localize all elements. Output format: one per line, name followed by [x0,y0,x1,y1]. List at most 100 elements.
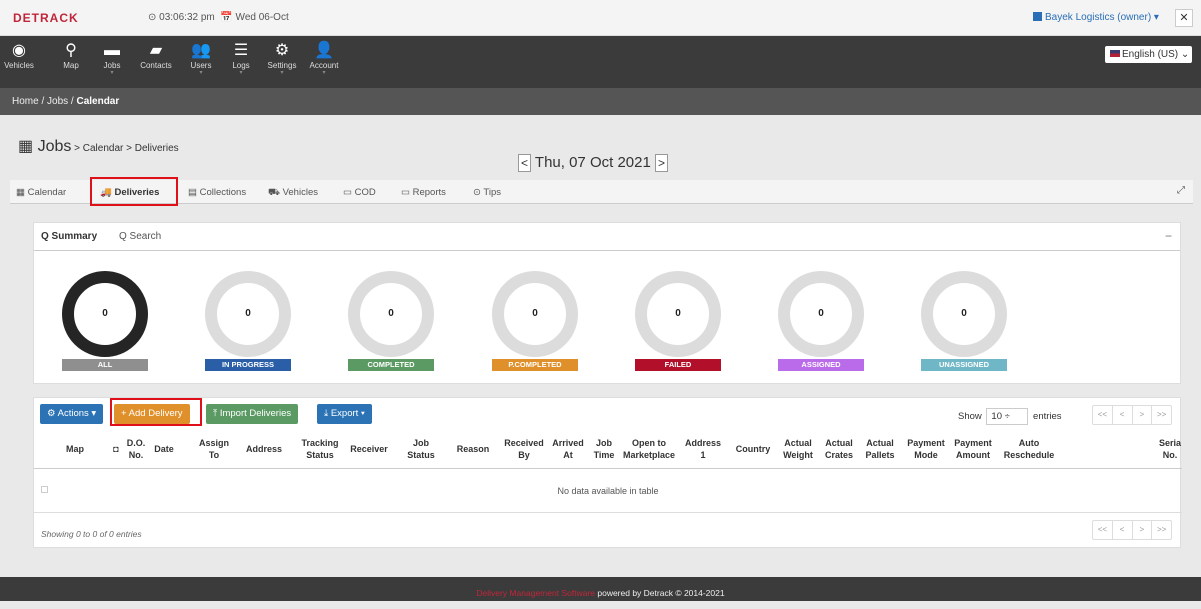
fullscreen-button[interactable]: ✕ [1175,9,1193,27]
column-header[interactable]: Payment Mode [905,437,947,461]
import-deliveries-button[interactable]: ⤒ Import Deliveries [206,404,299,424]
owner-label: Bayek Logistics (owner) ▾ [1045,12,1159,23]
column-header[interactable]: Address [244,443,284,455]
status-label-failed[interactable]: FAILED [635,359,721,371]
status-ring-completed[interactable]: 0 [348,271,434,357]
status-ring-failed[interactable]: 0 [635,271,721,357]
next-page-button[interactable]: > [1133,521,1153,539]
column-header[interactable]: Received By [500,437,548,461]
status-label-p-completed[interactable]: P.COMPLETED [492,359,578,371]
owner-menu[interactable]: Bayek Logistics (owner) ▾ [1033,12,1159,23]
nav-label: Map [63,61,79,70]
collapse-icon[interactable]: − [1165,229,1172,243]
date-navigator: < Thu, 07 Oct 2021 > [518,154,668,173]
status-ring-unassigned[interactable]: 0 [921,271,1007,357]
map-icon: ⚲ [65,42,77,59]
nav-jobs[interactable]: ▬ Jobs ▾ [93,41,131,76]
entries-select[interactable]: 10 ÷ [986,408,1029,425]
status-label-all[interactable]: ALL [62,359,148,371]
nav-label: Settings [267,61,297,70]
nav-account[interactable]: 👤 Account ▾ [305,41,343,76]
jobs-icon: ▬ [104,42,120,59]
first-page-button[interactable]: << [1093,406,1113,424]
camera-icon[interactable]: ◘ [109,443,123,455]
nav-vehicles[interactable]: ◉ Vehicles [0,41,38,70]
building-icon [1033,12,1042,21]
status-ring-in-progress[interactable]: 0 [205,271,291,357]
column-header[interactable]: Arrived At [549,437,587,461]
column-header[interactable]: Auto Reschedule [1001,437,1057,461]
nav-label: Vehicles [4,61,34,70]
column-header[interactable]: Address 1 [684,437,722,461]
tab-vehicles[interactable]: ⛟ Vehicles [268,187,318,199]
caret-icon: ▾ [199,70,203,76]
tab-reports[interactable]: ▭ Reports [401,187,446,198]
prev-date-button[interactable]: < [518,154,531,173]
actions-button[interactable]: ⚙ Actions ▾ [40,404,104,424]
nav-label: Jobs [103,61,121,70]
users-icon: 👥 [191,42,211,59]
column-header[interactable]: Map [54,443,96,455]
column-header[interactable]: Job Time [590,437,618,461]
language-select[interactable]: English (US) ⌄ [1105,46,1192,63]
tab-calendar[interactable]: ▦ Calendar [16,187,66,198]
tab-summary[interactable]: Q Summary [41,231,97,242]
status-label-completed[interactable]: COMPLETED [348,359,434,371]
nav-map[interactable]: ⚲ Map [52,41,90,70]
column-header[interactable]: Date [150,443,178,455]
export-button[interactable]: ⤓ Export ▾ [317,404,372,424]
caret-icon: ▾ [280,70,284,76]
column-header[interactable]: Actual Crates [821,437,857,461]
status-label-assigned[interactable]: ASSIGNED [778,359,864,371]
clock-date: ⊙ 03:06:32 pm 📅 Wed 06-Oct [148,12,289,23]
last-page-button[interactable]: >> [1152,521,1171,539]
column-header[interactable]: Receiver [346,443,392,455]
nav-settings[interactable]: ⚙ Settings ▾ [263,41,301,76]
footer-link[interactable]: Delivery Management Software [476,588,595,598]
status-label-in-progress[interactable]: IN PROGRESS [205,359,291,371]
tab-collections[interactable]: ▤ Collections [188,187,246,198]
last-page-button[interactable]: >> [1152,406,1171,424]
current-date: Thu, 07 Oct 2021 [534,154,651,171]
column-header[interactable]: Open to Marketplace [621,437,677,461]
tab-tips[interactable]: ⊙ Tips [473,187,501,198]
column-header[interactable]: Payment Amount [952,437,994,461]
nav-label: Logs [232,61,250,70]
status-label-unassigned[interactable]: UNASSIGNED [921,359,1007,371]
prev-page-button[interactable]: < [1113,521,1133,539]
status-ring-assigned[interactable]: 0 [778,271,864,357]
next-page-button[interactable]: > [1133,406,1153,424]
first-page-button[interactable]: << [1093,521,1113,539]
nav-contacts[interactable]: ▰ Contacts [137,41,175,70]
tab-cod[interactable]: ▭ COD [343,187,376,198]
logs-icon: ☰ [233,42,249,59]
column-header[interactable]: Seria No. [1159,437,1181,461]
status-ring-all[interactable]: 0 [62,271,148,357]
nav-label: Contacts [140,61,172,70]
tab-search[interactable]: Q Search [119,231,161,242]
nav-users[interactable]: 👥 Users ▾ [182,41,220,76]
column-header[interactable]: Actual Weight [779,437,817,461]
prev-page-button[interactable]: < [1113,406,1133,424]
page-title-text: Jobs [37,138,72,155]
column-header[interactable]: Country [731,443,775,455]
status-ring-p-completed[interactable]: 0 [492,271,578,357]
column-header[interactable]: Job Status [400,437,442,461]
column-header[interactable]: Tracking Status [296,437,344,461]
nav-label: Account [309,61,339,70]
column-header[interactable]: D.O. No. [122,437,150,461]
column-header[interactable]: Reason [454,443,492,455]
expand-icon[interactable]: ⤢ [1177,185,1185,196]
nav-logs[interactable]: ☰ Logs ▾ [222,41,260,76]
column-header[interactable]: Actual Pallets [861,437,899,461]
empty-table-message: No data available in table [34,469,1182,513]
deliveries-table-panel: ⚙ Actions ▾ + Add Delivery ⤒ Import Deli… [33,397,1182,548]
pagination-top: << < > >> [1092,405,1172,425]
showing-entries: Showing 0 to 0 of 0 entries [41,529,142,539]
date-text: 📅 Wed 06-Oct [220,12,289,23]
column-header[interactable]: Assign To [194,437,234,461]
show-label: Show [958,411,982,422]
breadcrumb-path[interactable]: Home / Jobs / [12,96,76,107]
next-date-button[interactable]: > [654,154,668,173]
add-delivery-highlight [110,398,202,426]
